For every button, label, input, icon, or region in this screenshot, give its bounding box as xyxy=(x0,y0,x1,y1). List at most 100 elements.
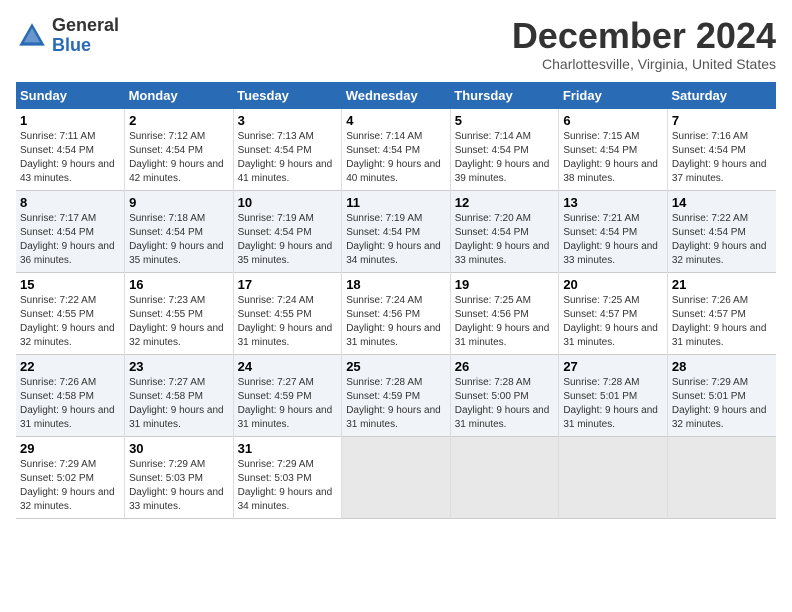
calendar-cell: 15 Sunrise: 7:22 AMSunset: 4:55 PMDayligh… xyxy=(16,272,125,354)
logo-general: General xyxy=(52,16,119,36)
week-row-3: 15 Sunrise: 7:22 AMSunset: 4:55 PMDayligh… xyxy=(16,272,776,354)
day-info: Sunrise: 7:15 AMSunset: 4:54 PMDaylight:… xyxy=(563,130,663,186)
day-number: 1 xyxy=(20,113,120,128)
day-number: 7 xyxy=(672,113,772,128)
calendar-cell: 21 Sunrise: 7:26 AMSunset: 4:57 PMDayligh… xyxy=(667,272,776,354)
calendar-cell: 12Sunrise: 7:20 AMSunset: 4:54 PMDayligh… xyxy=(450,190,559,272)
title-section: December 2024 Charlottesville, Virginia,… xyxy=(512,16,776,72)
day-info: Sunrise: 7:22 AMSunset: 4:54 PMDaylight:… xyxy=(672,212,772,268)
day-number: 10 xyxy=(238,195,338,210)
day-info: Sunrise: 7:29 AMSunset: 5:03 PMDaylight:… xyxy=(238,458,338,514)
day-number: 22 xyxy=(20,359,120,374)
day-number: 11 xyxy=(346,195,446,210)
calendar-cell: 18Sunrise: 7:24 AMSunset: 4:56 PMDayligh… xyxy=(342,272,451,354)
calendar-cell: 22 Sunrise: 7:26 AMSunset: 4:58 PMDayligh… xyxy=(16,354,125,436)
day-info: Sunrise: 7:28 AMSunset: 5:01 PMDaylight:… xyxy=(563,376,663,432)
calendar-cell: 6 Sunrise: 7:15 AMSunset: 4:54 PMDaylight… xyxy=(559,109,668,191)
page-header: General Blue December 2024 Charlottesvil… xyxy=(16,16,776,72)
day-number: 4 xyxy=(346,113,446,128)
day-number: 3 xyxy=(238,113,338,128)
day-number: 6 xyxy=(563,113,663,128)
calendar-cell: 11 Sunrise: 7:19 AMSunset: 4:54 PMDayligh… xyxy=(342,190,451,272)
calendar-cell: 4Sunrise: 7:14 AMSunset: 4:54 PMDaylight… xyxy=(342,109,451,191)
day-info: Sunrise: 7:21 AMSunset: 4:54 PMDaylight:… xyxy=(563,212,663,268)
day-info: Sunrise: 7:29 AMSunset: 5:02 PMDaylight:… xyxy=(20,458,120,514)
month-title: December 2024 xyxy=(512,16,776,56)
day-info: Sunrise: 7:27 AMSunset: 4:58 PMDaylight:… xyxy=(129,376,229,432)
day-info: Sunrise: 7:13 AMSunset: 4:54 PMDaylight:… xyxy=(238,130,338,186)
day-number: 14 xyxy=(672,195,772,210)
day-number: 23 xyxy=(129,359,229,374)
day-info: Sunrise: 7:28 AMSunset: 4:59 PMDaylight:… xyxy=(346,376,446,432)
day-info: Sunrise: 7:29 AMSunset: 5:01 PMDaylight:… xyxy=(672,376,772,432)
day-number: 8 xyxy=(20,195,120,210)
calendar-cell xyxy=(450,436,559,518)
day-number: 27 xyxy=(563,359,663,374)
calendar-cell: 31 Sunrise: 7:29 AMSunset: 5:03 PMDayligh… xyxy=(233,436,342,518)
week-row-2: 8Sunrise: 7:17 AMSunset: 4:54 PMDaylight… xyxy=(16,190,776,272)
week-row-4: 22 Sunrise: 7:26 AMSunset: 4:58 PMDayligh… xyxy=(16,354,776,436)
calendar-cell: 20 Sunrise: 7:25 AMSunset: 4:57 PMDayligh… xyxy=(559,272,668,354)
day-number: 21 xyxy=(672,277,772,292)
day-number: 24 xyxy=(238,359,338,374)
weekday-header-tuesday: Tuesday xyxy=(233,82,342,109)
day-info: Sunrise: 7:16 AMSunset: 4:54 PMDaylight:… xyxy=(672,130,772,186)
calendar-cell: 10 Sunrise: 7:19 AMSunset: 4:54 PMDayligh… xyxy=(233,190,342,272)
weekday-header-wednesday: Wednesday xyxy=(342,82,451,109)
calendar-cell: 14 Sunrise: 7:22 AMSunset: 4:54 PMDayligh… xyxy=(667,190,776,272)
calendar-table: SundayMondayTuesdayWednesdayThursdayFrid… xyxy=(16,82,776,519)
location: Charlottesville, Virginia, United States xyxy=(512,56,776,72)
day-number: 17 xyxy=(238,277,338,292)
day-info: Sunrise: 7:25 AMSunset: 4:56 PMDaylight:… xyxy=(455,294,555,350)
calendar-cell: 5Sunrise: 7:14 AMSunset: 4:54 PMDaylight… xyxy=(450,109,559,191)
day-info: Sunrise: 7:25 AMSunset: 4:57 PMDaylight:… xyxy=(563,294,663,350)
calendar-cell: 3 Sunrise: 7:13 AMSunset: 4:54 PMDaylight… xyxy=(233,109,342,191)
day-info: Sunrise: 7:11 AMSunset: 4:54 PMDaylight:… xyxy=(20,130,120,186)
weekday-header-saturday: Saturday xyxy=(667,82,776,109)
weekday-header-thursday: Thursday xyxy=(450,82,559,109)
day-number: 30 xyxy=(129,441,229,456)
day-number: 29 xyxy=(20,441,120,456)
calendar-cell: 7 Sunrise: 7:16 AMSunset: 4:54 PMDaylight… xyxy=(667,109,776,191)
day-info: Sunrise: 7:20 AMSunset: 4:54 PMDaylight:… xyxy=(455,212,555,268)
calendar-cell: 9 Sunrise: 7:18 AMSunset: 4:54 PMDaylight… xyxy=(125,190,234,272)
calendar-cell: 27 Sunrise: 7:28 AMSunset: 5:01 PMDayligh… xyxy=(559,354,668,436)
week-row-5: 29 Sunrise: 7:29 AMSunset: 5:02 PMDayligh… xyxy=(16,436,776,518)
day-info: Sunrise: 7:24 AMSunset: 4:56 PMDaylight:… xyxy=(346,294,446,350)
day-info: Sunrise: 7:24 AMSunset: 4:55 PMDaylight:… xyxy=(238,294,338,350)
calendar-cell: 24Sunrise: 7:27 AMSunset: 4:59 PMDayligh… xyxy=(233,354,342,436)
day-info: Sunrise: 7:19 AMSunset: 4:54 PMDaylight:… xyxy=(238,212,338,268)
logo-icon xyxy=(16,20,48,52)
logo-blue: Blue xyxy=(52,36,119,56)
calendar-cell: 13Sunrise: 7:21 AMSunset: 4:54 PMDayligh… xyxy=(559,190,668,272)
calendar-cell: 17 Sunrise: 7:24 AMSunset: 4:55 PMDayligh… xyxy=(233,272,342,354)
day-info: Sunrise: 7:19 AMSunset: 4:54 PMDaylight:… xyxy=(346,212,446,268)
calendar-cell xyxy=(667,436,776,518)
day-number: 19 xyxy=(455,277,555,292)
weekday-header-sunday: Sunday xyxy=(16,82,125,109)
calendar-cell: 30Sunrise: 7:29 AMSunset: 5:03 PMDayligh… xyxy=(125,436,234,518)
day-number: 20 xyxy=(563,277,663,292)
day-number: 31 xyxy=(238,441,338,456)
day-number: 9 xyxy=(129,195,229,210)
calendar-cell: 16Sunrise: 7:23 AMSunset: 4:55 PMDayligh… xyxy=(125,272,234,354)
day-number: 15 xyxy=(20,277,120,292)
calendar-cell: 2 Sunrise: 7:12 AMSunset: 4:54 PMDaylight… xyxy=(125,109,234,191)
day-info: Sunrise: 7:26 AMSunset: 4:57 PMDaylight:… xyxy=(672,294,772,350)
calendar-cell xyxy=(559,436,668,518)
calendar-cell: 19 Sunrise: 7:25 AMSunset: 4:56 PMDayligh… xyxy=(450,272,559,354)
calendar-cell: 26Sunrise: 7:28 AMSunset: 5:00 PMDayligh… xyxy=(450,354,559,436)
day-info: Sunrise: 7:12 AMSunset: 4:54 PMDaylight:… xyxy=(129,130,229,186)
day-number: 2 xyxy=(129,113,229,128)
calendar-cell: 1 Sunrise: 7:11 AMSunset: 4:54 PMDaylight… xyxy=(16,109,125,191)
day-info: Sunrise: 7:18 AMSunset: 4:54 PMDaylight:… xyxy=(129,212,229,268)
weekday-header-monday: Monday xyxy=(125,82,234,109)
day-info: Sunrise: 7:22 AMSunset: 4:55 PMDaylight:… xyxy=(20,294,120,350)
calendar-cell: 25Sunrise: 7:28 AMSunset: 4:59 PMDayligh… xyxy=(342,354,451,436)
day-number: 5 xyxy=(455,113,555,128)
day-info: Sunrise: 7:28 AMSunset: 5:00 PMDaylight:… xyxy=(455,376,555,432)
day-number: 16 xyxy=(129,277,229,292)
day-info: Sunrise: 7:26 AMSunset: 4:58 PMDaylight:… xyxy=(20,376,120,432)
logo: General Blue xyxy=(16,16,119,56)
week-row-1: 1 Sunrise: 7:11 AMSunset: 4:54 PMDaylight… xyxy=(16,109,776,191)
